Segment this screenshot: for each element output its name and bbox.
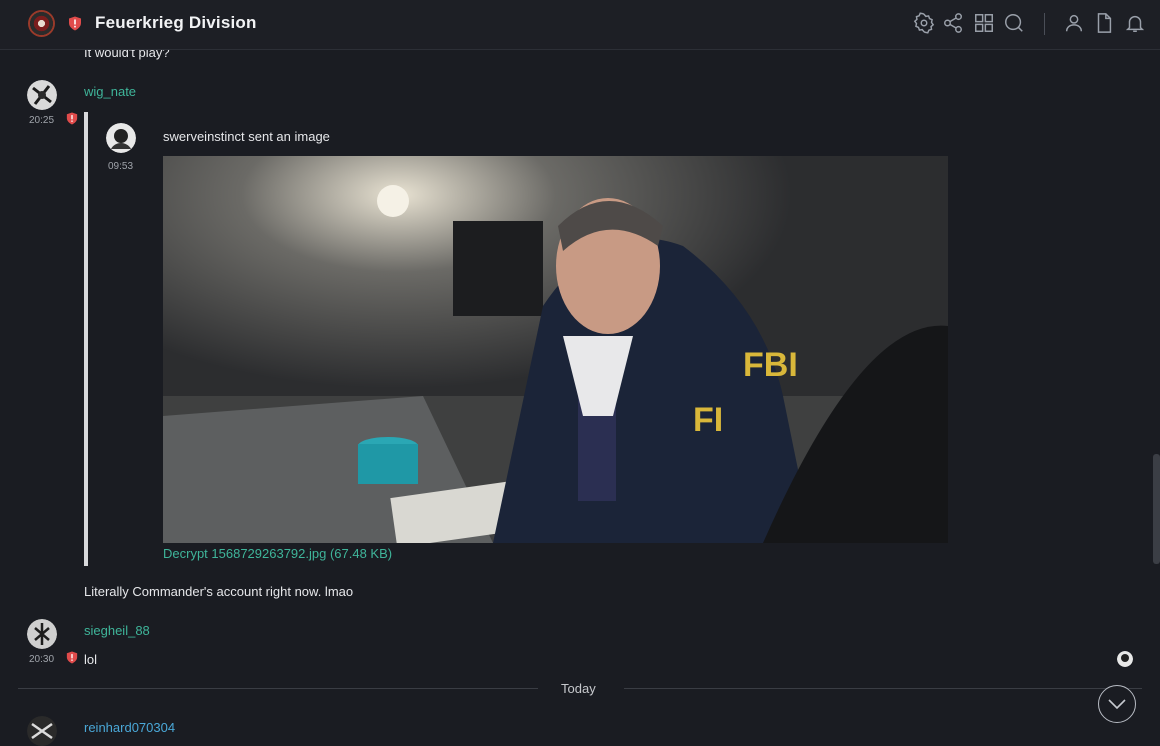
avatar[interactable] <box>27 80 57 110</box>
sender-name[interactable]: siegheil_88 <box>84 623 150 638</box>
sender-name[interactable]: reinhard070304 <box>84 720 175 735</box>
avatar[interactable] <box>27 619 57 649</box>
apps-grid-icon[interactable] <box>973 12 995 34</box>
jump-to-bottom-button[interactable] <box>1098 685 1136 723</box>
sender-name[interactable]: wig_nate <box>84 84 136 99</box>
shield-warning-icon <box>66 112 78 125</box>
shield-warning-icon <box>69 16 81 31</box>
quoted-time: 09:53 <box>108 161 134 172</box>
room-avatar[interactable] <box>28 10 55 37</box>
message-time: 20:25 <box>29 115 55 126</box>
day-divider-line <box>624 688 1142 689</box>
shield-warning-icon <box>66 651 78 664</box>
file-download-link[interactable]: Decrypt 1568729263792.jpg (67.48 KB) <box>163 546 392 561</box>
read-receipt-avatar[interactable] <box>1117 651 1133 667</box>
message-time: 20:30 <box>29 654 55 665</box>
notifications-icon[interactable] <box>1124 12 1146 34</box>
people-icon[interactable] <box>1063 12 1085 34</box>
room-title: Feuerkrieg Division <box>95 13 257 32</box>
share-icon[interactable] <box>942 12 964 34</box>
message-image[interactable]: FBI FI <box>163 156 948 543</box>
quote-bar <box>84 112 88 566</box>
settings-icon[interactable] <box>913 12 935 34</box>
message-body: Literally Commander's account right now.… <box>84 584 354 599</box>
svg-text:FI: FI <box>693 401 723 439</box>
quoted-avatar <box>106 123 136 153</box>
quoted-text: swerveinstinct sent an image <box>163 129 330 144</box>
message-timeline[interactable]: It would't play? wig_nate 20:25 09:53 sw… <box>0 45 1160 746</box>
day-separator: Today <box>561 681 596 696</box>
timeline-scrollbar[interactable] <box>1153 454 1160 564</box>
day-divider-line <box>18 688 538 689</box>
files-icon[interactable] <box>1093 12 1115 34</box>
search-icon[interactable] <box>1003 12 1025 34</box>
chevron-down-icon <box>1108 699 1126 709</box>
room-header: Feuerkrieg Division <box>0 0 1160 50</box>
header-divider <box>1044 13 1045 35</box>
svg-text:FBI: FBI <box>743 346 798 384</box>
avatar[interactable] <box>27 716 57 746</box>
message-body: lol <box>84 652 98 667</box>
